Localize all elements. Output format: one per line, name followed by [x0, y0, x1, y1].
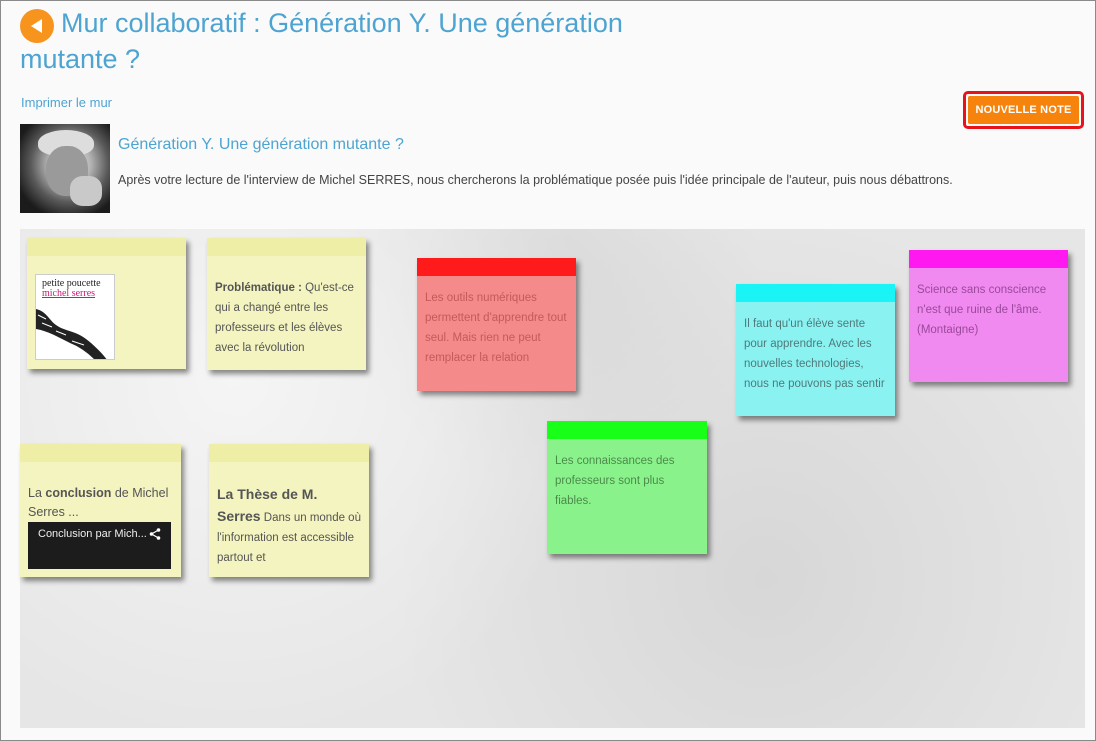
note-band — [209, 444, 369, 462]
note-text: Problématique : Qu'est-ce qui a changé e… — [207, 256, 366, 358]
book-cover-author: michel serres — [42, 288, 96, 299]
note-band — [547, 421, 707, 439]
note-pre: La — [28, 486, 46, 500]
note-band — [20, 444, 181, 462]
video-embed[interactable]: Conclusion par Mich... — [28, 522, 171, 569]
new-note-label: NOUVELLE NOTE — [968, 96, 1079, 124]
note-text: La Thèse de M. Serres Dans un monde où l… — [209, 462, 369, 568]
note-these[interactable]: La Thèse de M. Serres Dans un monde où l… — [209, 444, 369, 577]
back-arrow-icon — [31, 19, 42, 33]
share-icon[interactable] — [149, 528, 161, 540]
note-eleve[interactable]: Il faut qu'un élève sente pour apprendre… — [736, 284, 895, 416]
note-connaissances[interactable]: Les connaissances des professeurs sont p… — [547, 421, 707, 554]
note-content: Science sans conscience n'est que ruine … — [917, 284, 1047, 336]
book-cover-image: petite poucette michel serres — [35, 274, 115, 360]
video-title: Conclusion par Mich... — [38, 528, 147, 540]
new-note-button[interactable]: NOUVELLE NOTE — [963, 91, 1084, 129]
note-band — [736, 284, 895, 302]
wall-heading: Génération Y. Une génération mutante ? — [118, 136, 404, 153]
note-text: La conclusion de Michel Serres ... — [20, 462, 181, 522]
print-wall-link[interactable]: Imprimer le mur — [21, 95, 112, 110]
note-bold-label: Problématique : — [215, 282, 302, 294]
note-content: Les connaissances des professeurs sont p… — [555, 455, 675, 507]
page-title-line2: mutante ? — [20, 44, 141, 74]
note-band — [27, 238, 186, 256]
note-conclusion[interactable]: La conclusion de Michel Serres ... Concl… — [20, 444, 181, 577]
note-content: Il faut qu'un élève sente pour apprendre… — [744, 318, 885, 390]
note-science[interactable]: Science sans conscience n'est que ruine … — [909, 250, 1068, 382]
note-outils[interactable]: Les outils numériques permettent d'appre… — [417, 258, 576, 391]
back-button[interactable] — [20, 9, 54, 43]
note-content: Les outils numériques permettent d'appre… — [425, 292, 567, 364]
page-title: Mur collaboratif : Génération Y. Une gén… — [20, 5, 701, 74]
note-bold-label: conclusion — [45, 486, 112, 500]
note-band — [417, 258, 576, 276]
page-frame: Mur collaboratif : Génération Y. Une gén… — [0, 0, 1096, 741]
author-photo — [20, 124, 110, 213]
note-problematique[interactable]: Problématique : Qu'est-ce qui a changé e… — [207, 238, 366, 370]
note-band — [207, 238, 366, 256]
note-book[interactable]: petite poucette michel serres — [27, 238, 186, 369]
wall-description: Après votre lecture de l'interview de Mi… — [118, 173, 953, 187]
wall-board[interactable]: petite poucette michel serres Problémati… — [20, 229, 1085, 728]
page-title-line1: Mur collaboratif : Génération Y. Une gén… — [61, 8, 623, 38]
note-band — [909, 250, 1068, 268]
